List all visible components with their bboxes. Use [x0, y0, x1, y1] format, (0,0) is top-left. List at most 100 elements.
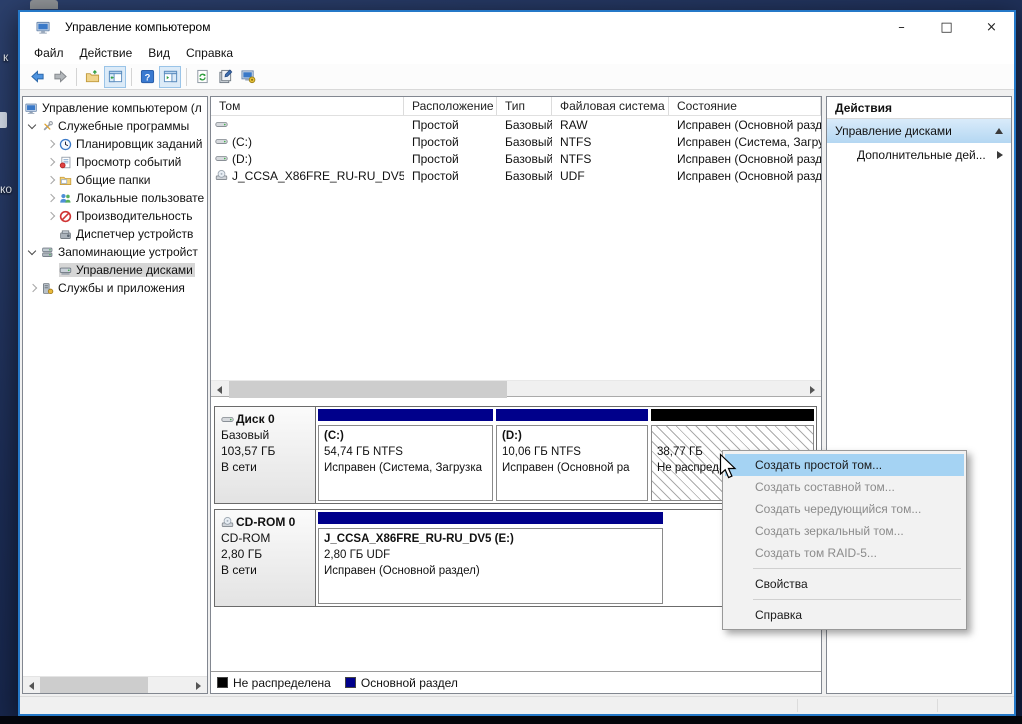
up-level-folder-button[interactable]: [81, 66, 103, 88]
services-icon: [41, 282, 54, 295]
column-header-Расположение[interactable]: Расположение: [404, 97, 497, 115]
scroll-right-icon[interactable]: [804, 381, 821, 398]
tree-item-Планировщик заданий[interactable]: Планировщик заданий: [23, 135, 207, 153]
scrollbar-thumb[interactable]: [40, 677, 148, 694]
tree-item-Локальные пользовате[interactable]: Локальные пользовате: [23, 189, 207, 207]
tree-item-Управление дисками[interactable]: Управление дисками: [23, 261, 207, 279]
expander-expanded-icon[interactable]: [25, 244, 41, 260]
scroll-left-icon[interactable]: [23, 677, 40, 694]
menu-Справка[interactable]: Справка: [178, 44, 241, 62]
action-pane-toggle-icon: [163, 69, 178, 84]
partition-color-strip: [318, 409, 493, 421]
tree-item-Запоминающие устройст[interactable]: Запоминающие устройст: [23, 243, 207, 261]
partition-J_CCSA_X86FRE_RU-RU_DV5 (E:)[interactable]: J_CCSA_X86FRE_RU-RU_DV5 (E:)2,80 ГБ UDFИ…: [318, 512, 663, 604]
tree-item-content: Запоминающие устройст: [41, 245, 200, 259]
forward-arrow-button[interactable]: [49, 66, 71, 88]
expander-collapsed-icon[interactable]: [43, 154, 59, 170]
disk-label-CD-ROM 0[interactable]: CD-ROM 0CD-ROM2,80 ГБВ сети: [215, 510, 316, 606]
close-button[interactable]: ×: [969, 12, 1014, 42]
expander-collapsed-icon[interactable]: [43, 136, 59, 152]
collapse-arrow-icon[interactable]: [995, 128, 1003, 134]
column-header-Том[interactable]: Том: [211, 97, 404, 115]
actions-section-disk-management[interactable]: Управление дисками: [827, 119, 1011, 143]
tree-horizontal-scrollbar[interactable]: [23, 676, 207, 693]
disk-management-icon: [59, 264, 72, 277]
help-button[interactable]: ?: [136, 66, 158, 88]
menu-Вид[interactable]: Вид: [140, 44, 178, 62]
menu-Действие[interactable]: Действие: [72, 44, 141, 62]
menu-bar: ФайлДействиеВидСправка: [20, 42, 1014, 64]
shared-folders-icon: [59, 174, 72, 187]
fs-cell: NTFS: [552, 133, 669, 150]
context-menu-item-Создать составной том...: Создать составной том...: [725, 476, 964, 498]
tree-item-label: Управление дисками: [76, 263, 195, 277]
table-row[interactable]: (C:)ПростойБазовыйNTFSИсправен (Система,…: [211, 133, 821, 150]
disk-size: 103,57 ГБ: [221, 443, 315, 459]
tree-item-Просмотр событий[interactable]: Просмотр событий: [23, 153, 207, 171]
tree-item-Службы и приложения[interactable]: Службы и приложения: [23, 279, 207, 297]
fs-cell: NTFS: [552, 150, 669, 167]
column-header-Файловая система[interactable]: Файловая система: [552, 97, 669, 115]
fs-cell: UDF: [552, 167, 669, 184]
refresh-button[interactable]: [191, 66, 213, 88]
legend-swatch: [345, 677, 356, 688]
tree-item-label: Локальные пользовате: [76, 191, 206, 205]
task-scheduler-icon: [59, 138, 72, 151]
tree-item-label: Диспетчер устройств: [76, 227, 195, 241]
up-level-folder-icon: [85, 69, 100, 84]
expander-collapsed-icon[interactable]: [43, 208, 59, 224]
minimize-button[interactable]: –: [879, 12, 924, 42]
expander-collapsed-icon[interactable]: [25, 280, 41, 296]
context-menu-item-Справка[interactable]: Справка: [725, 604, 964, 626]
statusbar-divider: [937, 699, 938, 712]
column-header-Тип[interactable]: Тип: [497, 97, 552, 115]
menu-Файл[interactable]: Файл: [26, 44, 72, 62]
back-arrow-button[interactable]: [26, 66, 48, 88]
table-row[interactable]: ПростойБазовыйRAWИсправен (Основной разд: [211, 116, 821, 133]
more-actions-item[interactable]: Дополнительные дей...: [827, 143, 1011, 167]
tree-item-Общие папки[interactable]: Общие папки: [23, 171, 207, 189]
partition-size: 10,06 ГБ NTFS: [502, 444, 642, 460]
maximize-button[interactable]: □: [924, 12, 969, 42]
partition-(C:)[interactable]: (C:)54,74 ГБ NTFSИсправен (Система, Загр…: [318, 409, 493, 501]
column-header-Состояние[interactable]: Состояние: [669, 97, 821, 115]
context-menu-item-Свойства[interactable]: Свойства: [725, 573, 964, 595]
computer-management-icon: [36, 20, 51, 35]
tree-item-label: Планировщик заданий: [76, 137, 204, 151]
disk-type: CD-ROM: [221, 530, 315, 546]
scrollbar-thumb[interactable]: [229, 381, 507, 398]
tree-item-Управление компьютером (л[interactable]: Управление компьютером (л: [23, 99, 207, 117]
table-horizontal-scrollbar[interactable]: [211, 380, 821, 397]
properties-button[interactable]: [214, 66, 236, 88]
tree-item-Производительность[interactable]: Производительность: [23, 207, 207, 225]
svg-text:?: ?: [144, 72, 150, 82]
volume-name: J_CCSA_X86FRE_RU-RU_DV5 (E:): [232, 169, 404, 183]
disk-label-Диск 0[interactable]: Диск 0Базовый103,57 ГБВ сети: [215, 407, 316, 503]
expander-collapsed-icon[interactable]: [43, 172, 59, 188]
scroll-left-icon[interactable]: [211, 381, 228, 398]
tree-item-content: Локальные пользовате: [59, 191, 206, 205]
console-tree-toggle-button[interactable]: [104, 66, 126, 88]
action-pane-toggle-button[interactable]: [159, 66, 181, 88]
tree-item-Диспетчер устройств[interactable]: Диспетчер устройств: [23, 225, 207, 243]
context-menu-item-Создать простой том...[interactable]: Создать простой том...: [725, 454, 964, 476]
cd-drive-icon: [221, 516, 234, 529]
drive-icon: [215, 152, 228, 165]
disk-size: 2,80 ГБ: [221, 546, 315, 562]
expander-expanded-icon[interactable]: [25, 118, 41, 134]
computer-icon: [25, 102, 38, 115]
computer-settings-button[interactable]: [237, 66, 259, 88]
volume-name: (D:): [232, 152, 252, 166]
table-row[interactable]: (D:)ПростойБазовыйNTFSИсправен (Основной…: [211, 150, 821, 167]
tree-item-content: Службы и приложения: [41, 281, 187, 295]
drive-icon: [215, 135, 228, 148]
tree-item-Служебные программы[interactable]: Служебные программы: [23, 117, 207, 135]
desktop-window-fragment: [30, 0, 58, 9]
expander-collapsed-icon[interactable]: [43, 190, 59, 206]
title-bar[interactable]: Управление компьютером – □ ×: [20, 12, 1014, 42]
back-arrow-icon: [30, 69, 45, 84]
table-row[interactable]: J_CCSA_X86FRE_RU-RU_DV5 (E:)ПростойБазов…: [211, 167, 821, 184]
partition-(D:)[interactable]: (D:)10,06 ГБ NTFSИсправен (Основной ра: [496, 409, 648, 501]
scroll-right-icon[interactable]: [190, 677, 207, 694]
status-cell: Исправен (Основной разд: [669, 116, 821, 133]
